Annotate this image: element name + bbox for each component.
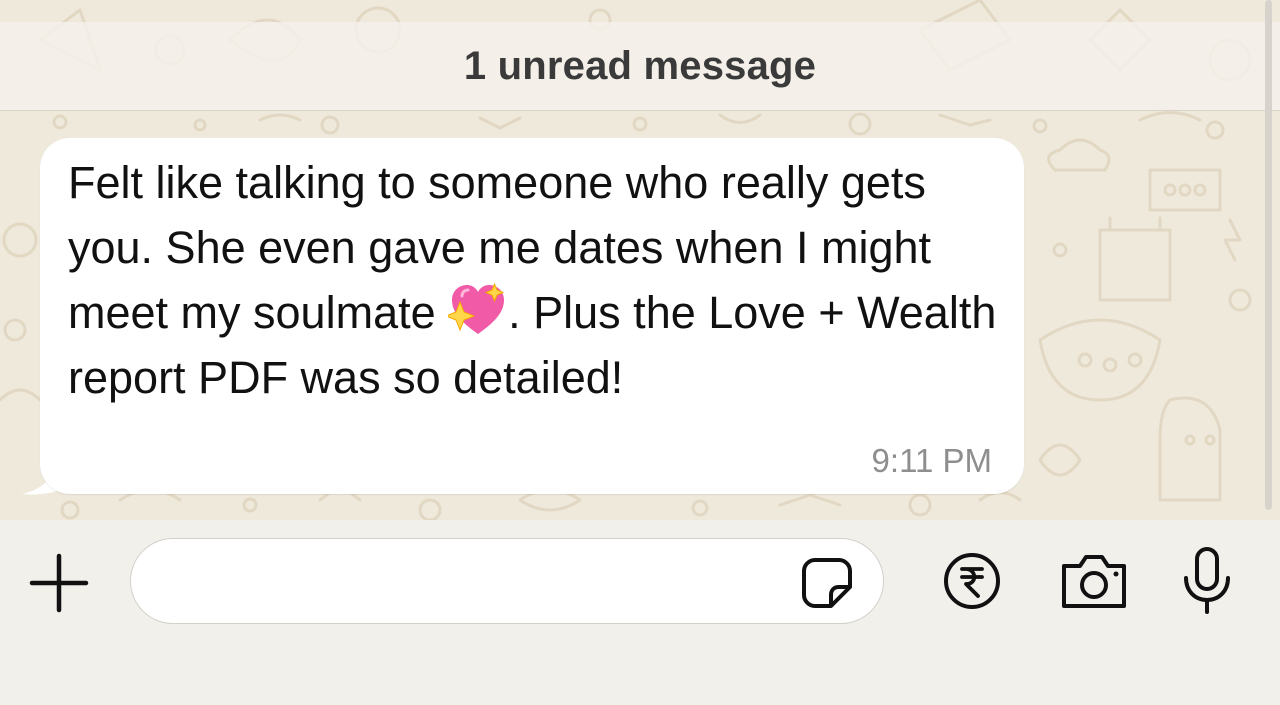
camera-icon bbox=[1062, 555, 1126, 608]
message-text: Felt like talking to someone who really … bbox=[68, 150, 998, 410]
payment-rupee-button[interactable] bbox=[942, 550, 1002, 612]
unread-messages-banner: 1 unread message bbox=[0, 22, 1280, 111]
plus-icon bbox=[29, 553, 89, 613]
incoming-message-bubble[interactable]: Felt like talking to someone who really … bbox=[40, 138, 1024, 494]
scroll-indicator[interactable] bbox=[1265, 0, 1272, 510]
unread-count-label: 1 unread message bbox=[463, 43, 817, 88]
chat-area[interactable]: 1 unread message Felt like talking to so… bbox=[0, 0, 1280, 520]
chat-screen: 1 unread message Felt like talking to so… bbox=[0, 0, 1280, 705]
sticker-button[interactable] bbox=[801, 557, 853, 609]
rupee-payment-icon bbox=[944, 553, 1000, 609]
attach-plus-button[interactable] bbox=[26, 550, 92, 616]
camera-button[interactable] bbox=[1058, 550, 1130, 612]
message-timestamp: 9:11 PM bbox=[871, 442, 992, 479]
message-composer bbox=[0, 520, 1280, 705]
message-input-container[interactable] bbox=[130, 538, 884, 625]
sparkling-heart-emoji bbox=[448, 282, 508, 338]
message-input[interactable] bbox=[161, 539, 785, 625]
voice-message-button[interactable] bbox=[1178, 546, 1236, 616]
microphone-icon bbox=[1184, 547, 1230, 614]
sticker-icon bbox=[802, 558, 852, 608]
